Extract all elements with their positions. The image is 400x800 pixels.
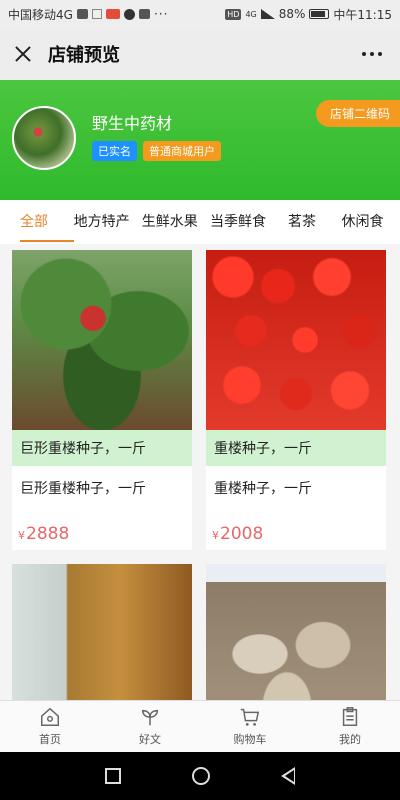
image-top-strip — [206, 564, 386, 582]
tab-seasonal-food[interactable]: 当季鲜食 — [210, 200, 288, 244]
nav-home-label: 首页 — [39, 733, 61, 746]
tab-snacks[interactable]: 休闲食 — [342, 200, 400, 244]
home-button-icon[interactable] — [191, 767, 210, 785]
product-card[interactable] — [206, 564, 386, 700]
title-bar: 店铺预览 — [0, 28, 400, 80]
page-title: 店铺预览 — [48, 45, 120, 66]
system-nav-bar — [0, 752, 400, 800]
product-name: 巨形重楼种子，一斤 — [20, 481, 146, 497]
product-overlay-title: 重楼种子，一斤 — [206, 430, 386, 466]
status-bar: 中国移动4G ··· HD 4G 88% 中午11:15 — [0, 0, 400, 28]
gallery-notification-icon — [76, 9, 88, 19]
product-grid: 巨形重楼种子，一斤 巨形重楼种子，一斤 ¥2888 重楼种子，一斤 重楼种子，一… — [0, 244, 400, 700]
battery-icon — [309, 9, 330, 19]
product-image — [12, 564, 192, 700]
nav-mine-label: 我的 — [339, 733, 361, 746]
carrier-label: 中国移动4G — [8, 7, 73, 22]
product-image — [206, 564, 386, 700]
nav-cart-label: 购物车 — [233, 733, 267, 746]
battery-percent: 88% — [278, 7, 306, 21]
clipboard-icon — [342, 707, 358, 726]
app-notification-icon — [105, 9, 120, 19]
hd-badge: HD — [225, 8, 242, 20]
category-tabs: 全部 地方特产 生鲜水果 当季鲜食 茗茶 休闲食 — [0, 200, 400, 244]
shop-qrcode-button[interactable]: 店铺二维码 — [315, 100, 400, 127]
product-overlay-title: 巨形重楼种子，一斤 — [12, 430, 192, 466]
shop-name: 野生中药材 — [92, 114, 173, 133]
product-image — [206, 250, 386, 430]
back-icon[interactable] — [280, 767, 295, 785]
clock: 中午11:15 — [333, 7, 392, 22]
nav-articles-label: 好文 — [139, 733, 161, 746]
price-value: 2008 — [220, 524, 264, 544]
currency-symbol: ¥ — [18, 529, 25, 542]
product-card[interactable] — [12, 564, 192, 700]
chat-notification-icon — [123, 8, 135, 20]
home-icon — [41, 707, 59, 726]
sprout-icon — [141, 709, 159, 726]
shop-badges: 已实名 普通商城用户 — [92, 141, 221, 161]
product-price: ¥2888 — [18, 524, 69, 544]
product-name: 重楼种子，一斤 — [214, 481, 312, 497]
nav-mine[interactable]: 我的 — [300, 701, 400, 752]
warning-notification-icon — [91, 9, 102, 19]
shop-header: 野生中药材 已实名 普通商城用户 店铺二维码 — [0, 80, 400, 200]
bottom-nav: 首页 好文 购物车 我的 — [0, 700, 400, 752]
close-icon[interactable] — [12, 43, 34, 65]
user-type-badge: 普通商城用户 — [143, 141, 221, 161]
nav-home[interactable]: 首页 — [0, 701, 100, 752]
currency-symbol: ¥ — [212, 529, 219, 542]
product-card[interactable]: 巨形重楼种子，一斤 巨形重楼种子，一斤 ¥2888 — [12, 250, 192, 550]
price-value: 2888 — [26, 524, 70, 544]
tab-local-specialty[interactable]: 地方特产 — [74, 200, 142, 244]
tab-tea[interactable]: 茗茶 — [288, 200, 342, 244]
shop-avatar — [12, 106, 76, 170]
tab-fresh-fruit[interactable]: 生鲜水果 — [142, 200, 210, 244]
more-options-icon[interactable] — [356, 46, 388, 62]
image-notification-icon — [138, 9, 150, 19]
product-image — [12, 250, 192, 430]
more-notifications-icon: ··· — [153, 7, 169, 21]
product-price: ¥2008 — [212, 524, 263, 544]
verified-badge: 已实名 — [92, 141, 137, 161]
nav-cart[interactable]: 购物车 — [200, 701, 300, 752]
recent-apps-icon[interactable] — [105, 768, 122, 784]
signal-icon — [260, 9, 275, 19]
tab-all[interactable]: 全部 — [20, 200, 74, 244]
nav-articles[interactable]: 好文 — [100, 701, 200, 752]
network-type-label: 4G — [245, 9, 257, 19]
cart-icon — [240, 708, 260, 726]
product-card[interactable]: 重楼种子，一斤 重楼种子，一斤 ¥2008 — [206, 250, 386, 550]
